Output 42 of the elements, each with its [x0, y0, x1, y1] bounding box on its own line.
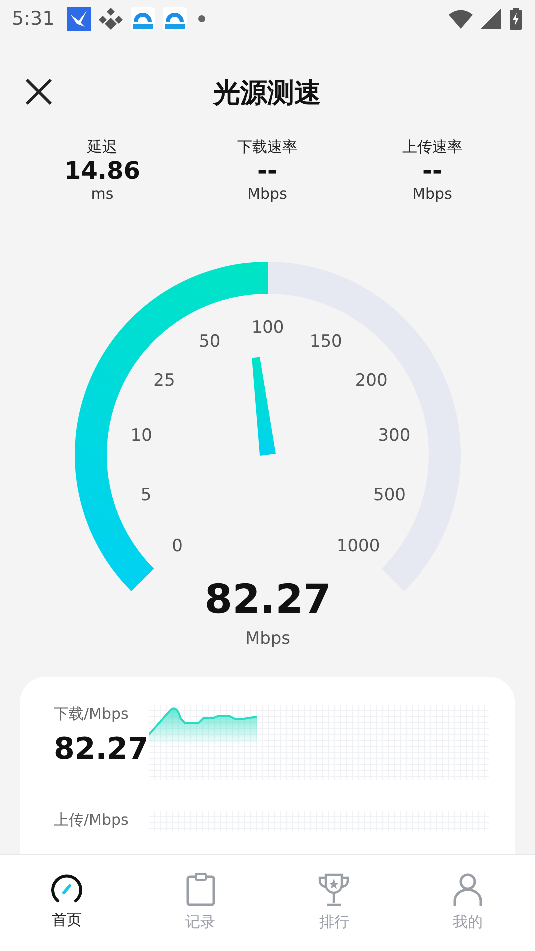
nav-tab[interactable]: 排行 [268, 855, 402, 951]
speed-value: 82.27 [204, 577, 332, 623]
gauge-tick-label: 10 [130, 426, 152, 446]
battery-icon [509, 8, 523, 30]
download-label: 下载/Mbps [54, 705, 130, 724]
stat-unit: Mbps [412, 185, 452, 203]
status-time: 5:31 [12, 8, 55, 30]
gauge-tick-label: 25 [154, 370, 176, 391]
nav-tab[interactable]: 我的 [401, 855, 535, 951]
stat-value: 14.86 [64, 157, 140, 185]
gauge-tick-label: 100 [252, 318, 284, 338]
diamond-app-icon [98, 7, 123, 31]
download-value: 82.27 [54, 732, 149, 767]
stat-label: 延迟 [88, 138, 118, 157]
stat-label: 下载速率 [238, 138, 298, 157]
gauge-tick-label: 300 [378, 426, 411, 446]
speed-unit: Mbps [245, 629, 291, 649]
gauge-tick-label: 1000 [336, 536, 380, 556]
stat-value: -- [422, 157, 442, 185]
clipboard-icon [186, 873, 216, 907]
page-title: 光源测速 [214, 77, 322, 111]
gauge-tick-label: 150 [310, 332, 342, 352]
wifi-icon [449, 9, 473, 29]
cloud-app-icon [162, 7, 187, 31]
signal-icon [481, 9, 501, 29]
bird-app-icon [66, 7, 91, 31]
nav-tab[interactable]: 记录 [134, 855, 268, 951]
speedometer-icon [50, 873, 84, 905]
gauge-tick-label: 500 [374, 486, 406, 506]
trophy-icon [317, 873, 352, 907]
person-icon [452, 873, 484, 907]
gauge-tick-label: 200 [355, 370, 388, 391]
stat-value: -- [258, 157, 278, 185]
gauge-tick-label: 0 [172, 536, 183, 556]
gauge-tick-label: 50 [199, 332, 221, 352]
stat-unit: ms [91, 185, 114, 203]
nav-tab[interactable]: 首页 [0, 855, 134, 951]
stat-unit: Mbps [248, 185, 288, 203]
cloud-app-icon [130, 7, 155, 31]
gauge-tick-label: 5 [140, 486, 152, 506]
upload-label: 上传/Mbps [54, 811, 130, 831]
stat-label: 上传速率 [402, 138, 462, 157]
